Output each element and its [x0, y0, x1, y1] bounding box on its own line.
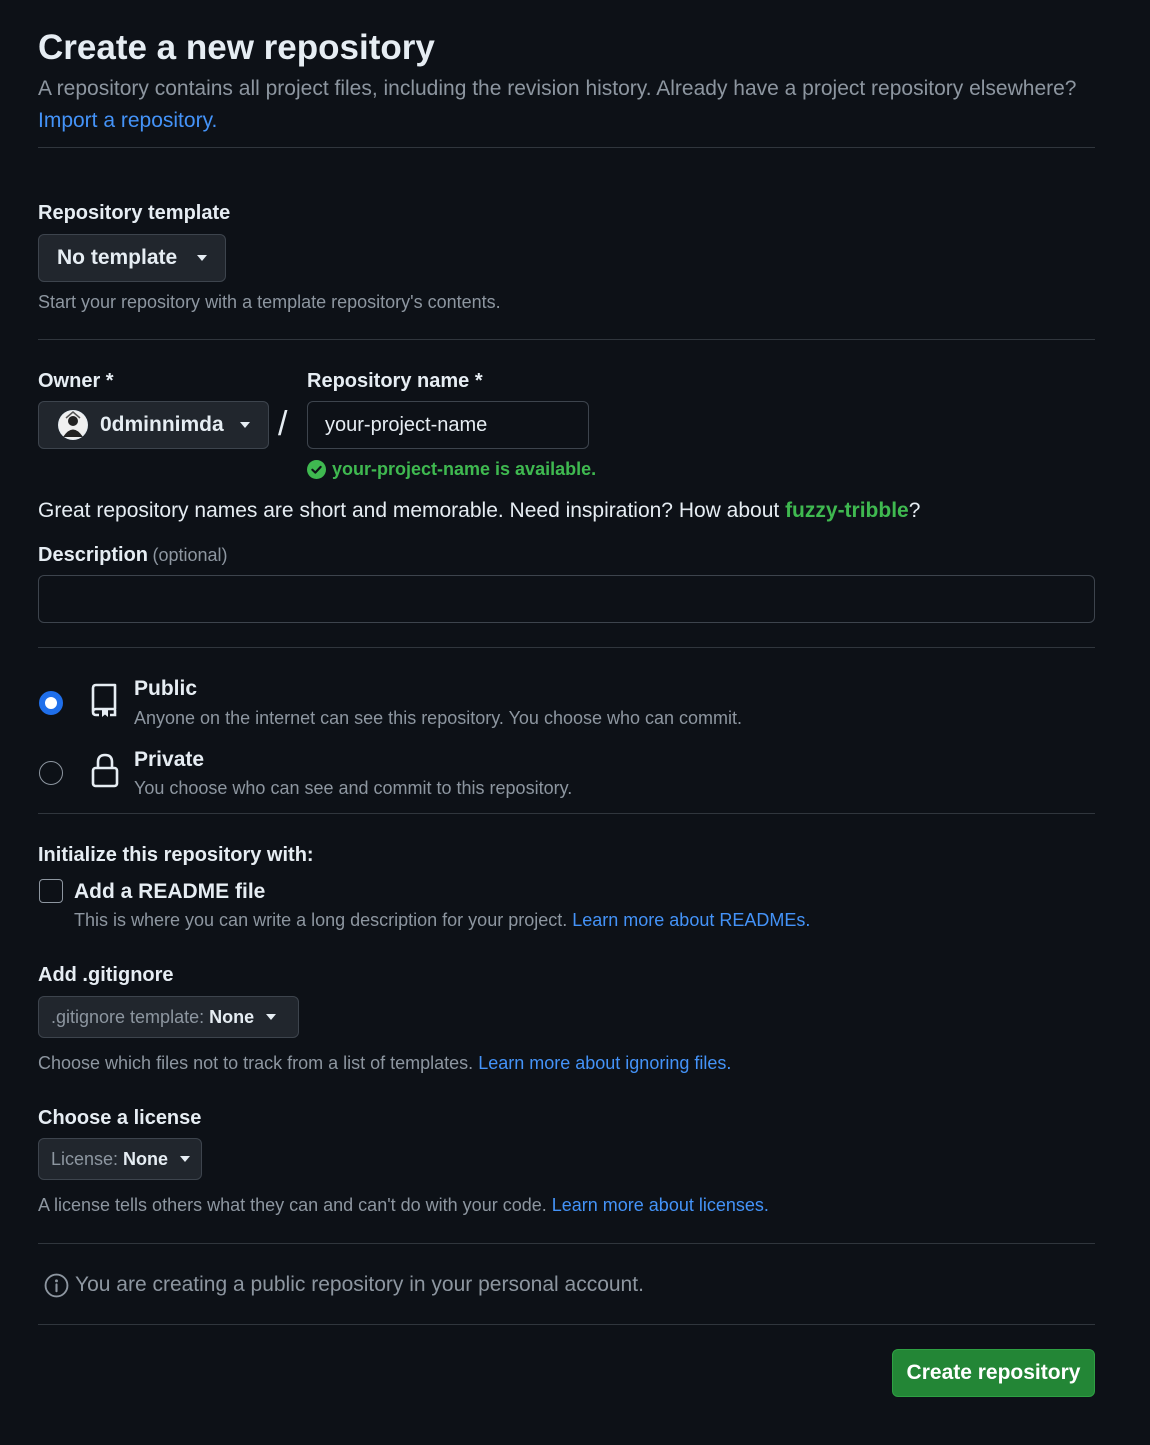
- gitignore-dropdown[interactable]: .gitignore template: None: [38, 996, 299, 1038]
- info-icon: [44, 1273, 69, 1297]
- license-hint: A license tells others what they can and…: [38, 1195, 547, 1215]
- license-hint-row: A license tells others what they can and…: [38, 1193, 769, 1217]
- readme-hint-row: This is where you can write a long descr…: [74, 908, 810, 932]
- divider: [38, 647, 1095, 648]
- check-circle-icon: [307, 459, 326, 479]
- inspiration-suffix: ?: [908, 499, 921, 522]
- owner-name: 0dminnimda: [100, 413, 224, 436]
- name-suggestion-link[interactable]: fuzzy-tribble: [785, 499, 909, 522]
- public-notice: You are creating a public repository in …: [44, 1271, 644, 1299]
- repo-name-label: Repository name *: [307, 370, 483, 392]
- chevron-down-icon: [240, 422, 250, 428]
- gitignore-hint: Choose which files not to track from a l…: [38, 1053, 474, 1073]
- visibility-private-label: Private: [134, 748, 205, 771]
- page-subtitle: A repository contains all project files,…: [38, 77, 1077, 100]
- create-repository-button[interactable]: Create repository: [892, 1349, 1095, 1397]
- license-learn-more-link[interactable]: Learn more about licenses.: [552, 1195, 769, 1215]
- owner-dropdown[interactable]: 0dminnimda: [38, 401, 269, 449]
- divider: [38, 1324, 1095, 1325]
- repo-name-input[interactable]: your-project-name: [307, 401, 589, 449]
- inspiration-prefix: Great repository names are short and mem…: [38, 499, 786, 522]
- gitignore-learn-more-link[interactable]: Learn more about ignoring files.: [478, 1053, 731, 1073]
- template-dropdown-label: No template: [57, 246, 178, 269]
- avatar: [58, 410, 88, 440]
- template-hint: Start your repository with a template re…: [38, 292, 501, 312]
- visibility-private-hint: You choose who can see and commit to thi…: [134, 778, 573, 798]
- repo-icon: [91, 683, 117, 717]
- description-optional: (optional): [152, 545, 228, 565]
- readme-hint: This is where you can write a long descr…: [74, 910, 568, 930]
- divider: [38, 147, 1095, 148]
- availability-text: your-project-name is available.: [332, 459, 597, 479]
- divider: [38, 813, 1095, 814]
- visibility-private-radio[interactable]: [39, 761, 63, 785]
- license-label: Choose a license: [38, 1107, 202, 1129]
- readme-checkbox[interactable]: [39, 879, 63, 903]
- gitignore-prefix: .gitignore template:: [51, 1006, 205, 1027]
- template-label: Repository template: [38, 202, 231, 224]
- repo-name-value: your-project-name: [325, 413, 488, 436]
- page-title: Create a new repository: [38, 28, 435, 67]
- template-dropdown[interactable]: No template: [38, 234, 226, 282]
- divider: [38, 339, 1095, 340]
- inspiration-text: Great repository names are short and mem…: [38, 497, 920, 525]
- license-prefix: License:: [51, 1148, 119, 1169]
- owner-label: Owner *: [38, 370, 114, 392]
- initialize-label: Initialize this repository with:: [38, 844, 314, 866]
- repo-name-availability: your-project-name is available.: [307, 457, 596, 481]
- chevron-down-icon: [197, 255, 207, 261]
- visibility-public-hint: Anyone on the internet can see this repo…: [134, 708, 743, 728]
- description-label: Description: [38, 544, 149, 566]
- license-value: None: [123, 1148, 169, 1169]
- license-dropdown[interactable]: License: None: [38, 1138, 202, 1180]
- chevron-down-icon: [180, 1156, 191, 1162]
- lock-icon: [91, 753, 119, 788]
- readme-learn-more-link[interactable]: Learn more about READMEs.: [572, 910, 810, 930]
- visibility-public-radio[interactable]: [39, 691, 63, 715]
- description-input[interactable]: [38, 575, 1095, 623]
- readme-label[interactable]: Add a README file: [74, 879, 265, 905]
- public-notice-text: You are creating a public repository in …: [75, 1273, 644, 1296]
- chevron-down-icon: [266, 1014, 277, 1020]
- owner-repo-separator: /: [278, 405, 288, 443]
- visibility-public-label: Public: [134, 677, 198, 700]
- gitignore-value: None: [209, 1006, 255, 1027]
- gitignore-label: Add .gitignore: [38, 964, 174, 986]
- divider: [38, 1243, 1095, 1244]
- gitignore-hint-row: Choose which files not to track from a l…: [38, 1051, 731, 1075]
- import-repository-link[interactable]: Import a repository.: [38, 108, 217, 134]
- description-label-row: Description (optional): [38, 542, 228, 570]
